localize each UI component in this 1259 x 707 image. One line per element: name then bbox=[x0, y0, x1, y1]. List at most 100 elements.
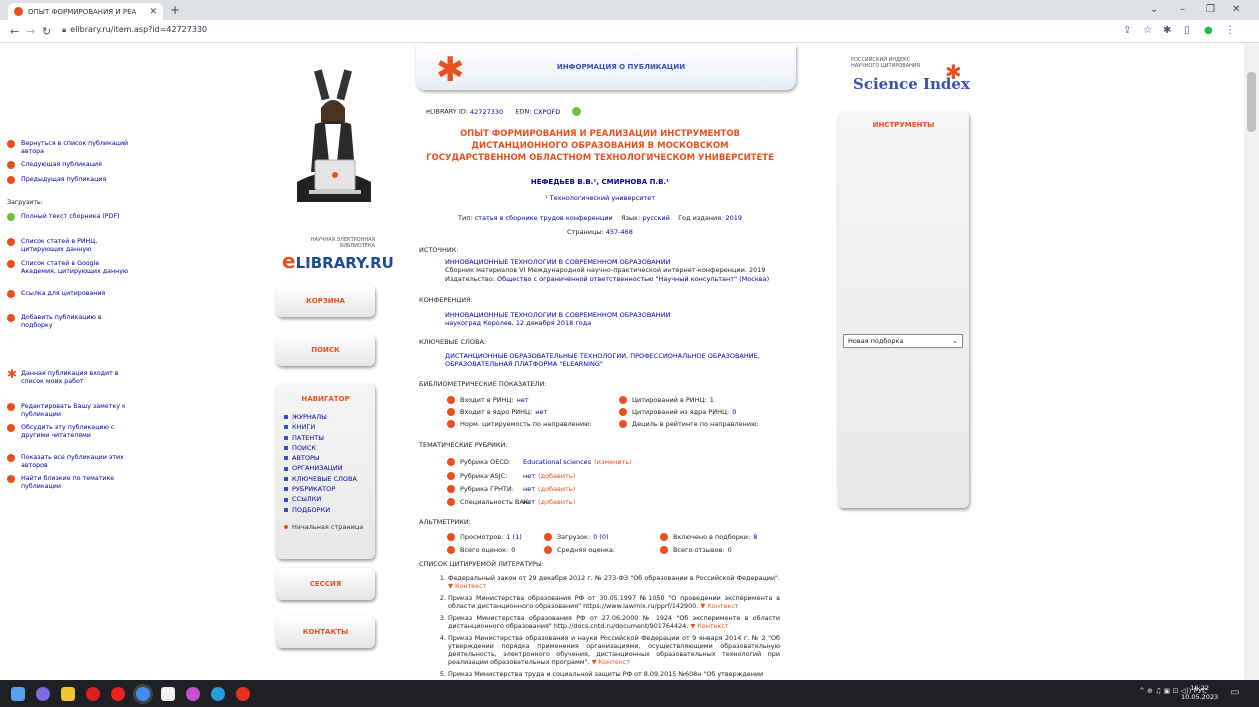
edit-note-link[interactable]: Редактировать Вашу заметку к публикации bbox=[7, 403, 129, 418]
help-icon[interactable] bbox=[660, 533, 668, 541]
indicator-cited-core-value[interactable]: 0 bbox=[732, 408, 736, 416]
rubric-asjc-add-link[interactable]: (добавить) bbox=[538, 472, 575, 480]
navigator-item[interactable]: ССЫЛКИ bbox=[284, 494, 367, 504]
tab-list-icon[interactable]: ⌄ bbox=[1150, 4, 1158, 15]
home-page-link[interactable]: Начальная страница bbox=[284, 523, 367, 531]
extensions-icon[interactable]: ✱ bbox=[1163, 25, 1171, 36]
app-icon[interactable] bbox=[186, 686, 200, 701]
navigator-item[interactable]: КНИГИ bbox=[284, 422, 367, 432]
elibrary-id-link[interactable]: 42727330 bbox=[470, 108, 503, 116]
search-icon[interactable] bbox=[36, 686, 50, 701]
navigator-item[interactable]: КЛЮЧЕВЫЕ СЛОВА bbox=[284, 474, 367, 484]
scrollbar-thumb[interactable] bbox=[1247, 72, 1256, 132]
help-icon[interactable] bbox=[619, 408, 627, 416]
help-icon[interactable] bbox=[447, 420, 455, 428]
navigator-item[interactable]: ПАТЕНТЫ bbox=[284, 433, 367, 443]
cart-button[interactable]: КОРЗИНА bbox=[276, 285, 375, 317]
full-text-pdf-link[interactable]: Полный текст сборника (PDF) bbox=[7, 213, 129, 221]
restore-icon[interactable]: ❐ bbox=[1206, 4, 1215, 15]
edn-link[interactable]: CXPOFD bbox=[533, 108, 560, 116]
contacts-button[interactable]: КОНТАКТЫ bbox=[276, 616, 375, 648]
browser-tab[interactable]: ОПЫТ ФОРМИРОВАНИЯ И РЕА ✕ bbox=[8, 3, 163, 20]
new-tab-icon[interactable]: + bbox=[170, 3, 180, 17]
publisher-link[interactable]: Общество с ограниченной ответственностью… bbox=[497, 275, 769, 283]
navigator-item[interactable]: ПОДБОРКИ bbox=[284, 505, 367, 515]
conference-place-link[interactable]: наукоград Королев, 12 декабря 2018 года bbox=[445, 319, 591, 327]
menu-icon[interactable]: ⋮ bbox=[1225, 25, 1235, 36]
science-index-logo[interactable]: Science Index bbox=[853, 75, 970, 93]
notification-icon[interactable]: ▭ bbox=[1230, 687, 1239, 698]
author-organization[interactable]: ¹ Технологический университет bbox=[420, 194, 780, 202]
help-icon[interactable] bbox=[544, 546, 552, 554]
help-icon[interactable] bbox=[619, 396, 627, 404]
forward-icon[interactable]: → bbox=[26, 25, 35, 38]
next-publication-link[interactable]: Следующая публикация bbox=[7, 161, 129, 169]
alt-downloads-value[interactable]: 0 (0) bbox=[593, 533, 608, 541]
address-bar[interactable]: 🔒︎ elibrary.ru/item.asp?id=42727330 bbox=[62, 25, 207, 35]
navigator-item[interactable]: ЖУРНАЛЫ bbox=[284, 412, 367, 422]
help-icon[interactable] bbox=[544, 533, 552, 541]
context-link[interactable]: ▼ Контекст bbox=[448, 582, 486, 590]
keywords-line-2[interactable]: ОБРАЗОВАТЕЛЬНАЯ ПЛАТФОРМА "ELEARNING" bbox=[445, 360, 603, 368]
rubric-grnti-add-link[interactable]: (добавить) bbox=[538, 485, 575, 493]
help-icon[interactable] bbox=[447, 458, 455, 466]
help-icon[interactable] bbox=[447, 533, 455, 541]
indicator-cited-value[interactable]: 1 bbox=[710, 396, 714, 404]
close-tab-icon[interactable]: ✕ bbox=[149, 7, 157, 17]
rubric-vak-add-link[interactable]: (добавить) bbox=[538, 498, 575, 506]
my-works-note[interactable]: ✱ Данная публикация входит в список моих … bbox=[7, 368, 129, 385]
opera-icon[interactable] bbox=[111, 686, 125, 701]
indicator-core-value[interactable]: нет bbox=[535, 408, 547, 416]
keywords-line-1[interactable]: ДИСТАНЦИОННЫЕ ОБРАЗОВАТЕЛЬНЫЕ ТЕХНОЛОГИИ… bbox=[445, 352, 760, 360]
similar-publications-link[interactable]: Найти близкие по тематике публикации bbox=[7, 475, 129, 490]
publication-authors[interactable]: НЕФЕДЬЕВ В.В.¹, СМИРНОВА П.В.¹ bbox=[420, 178, 780, 186]
bookmark-star-icon[interactable]: ☆ bbox=[1143, 25, 1152, 36]
sidepanel-icon[interactable]: ▯ bbox=[1184, 25, 1190, 36]
rubric-oecd-edit-link[interactable]: (изменить) bbox=[594, 458, 632, 466]
notepad-icon[interactable] bbox=[161, 686, 175, 701]
type-value[interactable]: статья в сборнике трудов конференции bbox=[475, 214, 613, 222]
source-title-link[interactable]: ИННОВАЦИОННЫЕ ТЕХНОЛОГИИ В СОВРЕМЕННОМ О… bbox=[445, 258, 670, 266]
help-icon[interactable] bbox=[447, 396, 455, 404]
file-explorer-icon[interactable] bbox=[61, 686, 75, 701]
edge-icon[interactable] bbox=[211, 686, 225, 701]
back-icon[interactable]: ← bbox=[10, 25, 19, 38]
navigator-item[interactable]: ПОИСК bbox=[284, 443, 367, 453]
prev-publication-link[interactable]: Предыдущая публикация bbox=[7, 176, 129, 184]
year-value[interactable]: 2019 bbox=[725, 214, 742, 222]
page-scrollbar[interactable] bbox=[1244, 44, 1259, 680]
conference-title-link[interactable]: ИННОВАЦИОННЫЕ ТЕХНОЛОГИИ В СОВРЕМЕННОМ О… bbox=[445, 311, 670, 319]
back-to-author-link[interactable]: Вернуться в список публикаций автора bbox=[7, 140, 129, 155]
alt-views-value[interactable]: 1 (1) bbox=[506, 533, 521, 541]
discuss-link[interactable]: Обсудить эту публикацию с другими читате… bbox=[7, 424, 129, 439]
help-icon[interactable] bbox=[619, 420, 627, 428]
rinc-citing-link[interactable]: Список статей в РИНЦ, цитирующих данную bbox=[7, 238, 129, 253]
context-link[interactable]: ▼ Контекст bbox=[690, 622, 728, 630]
language-value[interactable]: русский bbox=[642, 214, 670, 222]
author-publications-link[interactable]: Показать все публикации этих авторов bbox=[7, 454, 129, 469]
navigator-item[interactable]: АВТОРЫ bbox=[284, 453, 367, 463]
context-link[interactable]: ▼ Контекст bbox=[592, 658, 630, 666]
share-icon[interactable]: ⇪ bbox=[1123, 25, 1131, 36]
indicator-rinc-value[interactable]: нет bbox=[517, 396, 529, 404]
help-icon[interactable] bbox=[660, 546, 668, 554]
add-to-collection-link[interactable]: Добавить публикацию в подборку bbox=[7, 314, 129, 329]
citation-link[interactable]: Ссылка для цитирования bbox=[7, 290, 129, 298]
google-scholar-citing-link[interactable]: Список статей в Google Академия, цитирую… bbox=[7, 260, 129, 275]
navigator-item[interactable]: ОРГАНИЗАЦИИ bbox=[284, 463, 367, 473]
navigator-item[interactable]: РУБРИКАТОР bbox=[284, 484, 367, 494]
profile-icon[interactable]: ● bbox=[1204, 25, 1213, 36]
context-link[interactable]: ▼ Контекст bbox=[700, 602, 738, 610]
chrome-icon[interactable] bbox=[136, 686, 150, 701]
minimize-icon[interactable]: – bbox=[1180, 4, 1185, 15]
collection-select[interactable]: Новая подборка ⌄ bbox=[843, 334, 963, 348]
reload-icon[interactable]: ↻ bbox=[42, 25, 51, 38]
alt-collections-value[interactable]: 8 bbox=[753, 533, 757, 541]
elibrary-logo[interactable]: eLIBRARY.RU bbox=[282, 249, 394, 273]
windows-start-icon[interactable] bbox=[11, 686, 25, 701]
help-icon[interactable] bbox=[447, 498, 455, 506]
help-icon[interactable] bbox=[447, 408, 455, 416]
help-icon[interactable] bbox=[447, 546, 455, 554]
clock[interactable]: 16:22 10.05.2023 bbox=[1181, 684, 1218, 702]
search-button[interactable]: ПОИСК bbox=[276, 334, 375, 366]
